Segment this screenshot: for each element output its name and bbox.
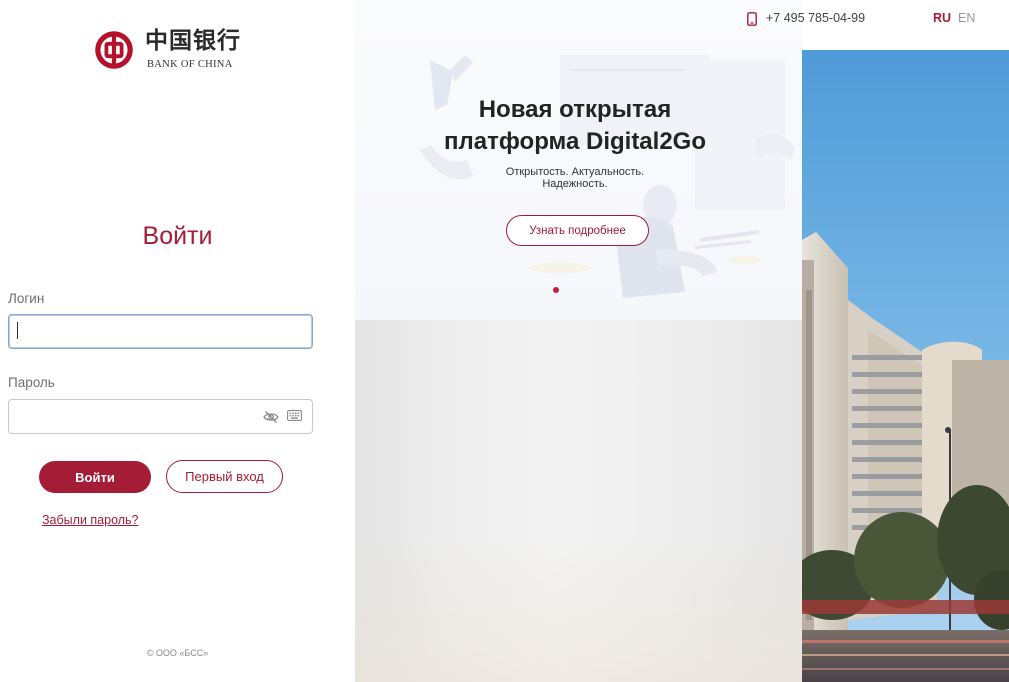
phone-number[interactable]: +7 495 785-04-99 xyxy=(766,11,865,25)
password-label: Пароль xyxy=(8,375,55,390)
keyboard-icon[interactable] xyxy=(287,410,302,421)
login-title: Войти xyxy=(142,222,213,250)
login-submit-button[interactable]: Войти xyxy=(39,461,151,493)
promo-title: Новая открытая платформа Digital2Go xyxy=(444,96,706,155)
promo-subtitle-line: Надежность. xyxy=(542,178,608,190)
language-en[interactable]: EN xyxy=(958,11,975,25)
forgot-password-link[interactable]: Забыли пароль? xyxy=(42,513,139,527)
building-photo xyxy=(802,0,1009,682)
brand-name-en: BANK OF CHINA xyxy=(147,59,233,70)
bank-of-china-logo-icon xyxy=(95,31,133,69)
brand-logo[interactable]: 中国银行 BANK OF CHINA xyxy=(95,27,255,77)
learn-more-button[interactable]: Узнать подробнее xyxy=(506,215,649,246)
brand-name-cn: 中国银行 xyxy=(145,27,241,54)
language-ru[interactable]: RU xyxy=(933,11,951,25)
login-page: 中国银行 BANK OF CHINA Войти Логин Пароль Во… xyxy=(0,0,1009,682)
login-label: Логин xyxy=(8,291,45,306)
eye-slash-icon[interactable] xyxy=(263,410,279,424)
copyright-text: © ООО «БСС» xyxy=(146,648,209,658)
first-login-button[interactable]: Первый вход xyxy=(166,460,283,493)
phone-icon xyxy=(747,12,757,26)
login-input[interactable] xyxy=(8,314,313,349)
carousel-indicator-dot[interactable] xyxy=(553,287,559,293)
building-photo-illustration xyxy=(802,0,1009,682)
promo-blurred-photo xyxy=(355,320,802,682)
promo-subtitle: Открытость. Актуальность. Надежность. xyxy=(455,166,695,190)
promo-illustration xyxy=(420,55,795,298)
login-panel: 中国银行 BANK OF CHINA Войти Логин Пароль Во… xyxy=(0,0,355,682)
promo-banner: Новая открытая платформа Digital2Go Откр… xyxy=(355,0,802,682)
promo-subtitle-line: Открытость. Актуальность. xyxy=(505,166,645,178)
text-cursor xyxy=(17,322,18,339)
